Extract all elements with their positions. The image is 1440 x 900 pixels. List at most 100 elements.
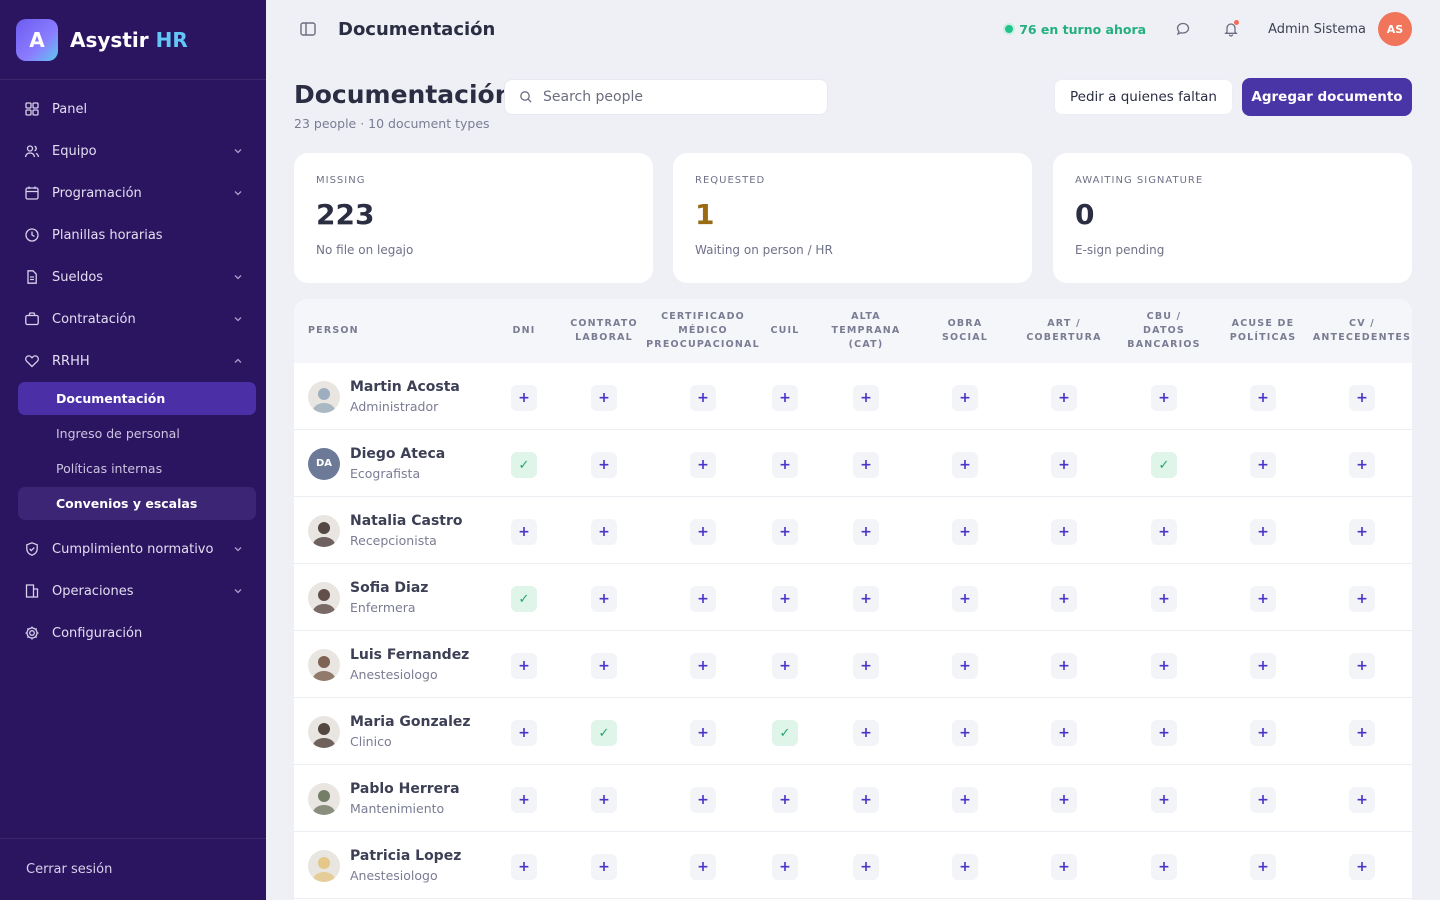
add-document-cell[interactable]: +: [952, 385, 978, 411]
add-document-cell[interactable]: +: [1250, 452, 1276, 478]
person-cell[interactable]: Patricia Lopez Anestesiologo: [308, 832, 461, 899]
table-row[interactable]: Maria Gonzalez Clinico + ✓ + ✓ + + + + + +: [294, 698, 1412, 765]
add-document-cell[interactable]: +: [853, 385, 879, 411]
add-document-cell[interactable]: +: [511, 519, 537, 545]
stat-card-awaiting-signature[interactable]: AWAITING SIGNATURE 0 E-sign pending: [1053, 153, 1412, 283]
add-document-cell[interactable]: +: [772, 452, 798, 478]
add-document-cell[interactable]: +: [853, 653, 879, 679]
add-document-cell[interactable]: +: [853, 720, 879, 746]
person-cell[interactable]: DA Diego Ateca Ecografista: [308, 430, 445, 497]
add-document-cell[interactable]: +: [772, 653, 798, 679]
person-cell[interactable]: Maria Gonzalez Clinico: [308, 698, 471, 765]
add-document-cell[interactable]: +: [853, 787, 879, 813]
sidebar-toggle-icon[interactable]: [298, 19, 318, 39]
search-box[interactable]: [504, 79, 828, 115]
add-document-cell[interactable]: +: [772, 385, 798, 411]
add-document-cell[interactable]: +: [1151, 519, 1177, 545]
add-document-cell[interactable]: +: [690, 854, 716, 880]
add-document-button[interactable]: Agregar documento: [1242, 78, 1412, 116]
person-name[interactable]: Natalia Castro: [350, 513, 463, 529]
add-document-cell[interactable]: +: [853, 854, 879, 880]
person-name[interactable]: Diego Ateca: [350, 446, 445, 462]
add-document-cell[interactable]: +: [952, 720, 978, 746]
add-document-cell[interactable]: +: [952, 586, 978, 612]
add-document-cell[interactable]: +: [1151, 385, 1177, 411]
add-document-cell[interactable]: +: [511, 653, 537, 679]
add-document-cell[interactable]: +: [772, 586, 798, 612]
on-shift-indicator[interactable]: 76 en turno ahora: [1005, 22, 1146, 37]
add-document-cell[interactable]: +: [511, 787, 537, 813]
add-document-cell[interactable]: +: [1250, 854, 1276, 880]
table-row[interactable]: Pablo Herrera Mantenimiento + + + + + + + + + +: [294, 765, 1412, 832]
add-document-cell[interactable]: +: [1250, 385, 1276, 411]
person-cell[interactable]: Sofia Diaz Enfermera: [308, 564, 428, 631]
add-document-cell[interactable]: +: [952, 854, 978, 880]
document-present-check[interactable]: ✓: [591, 720, 617, 746]
add-document-cell[interactable]: +: [511, 720, 537, 746]
add-document-cell[interactable]: +: [1051, 519, 1077, 545]
add-document-cell[interactable]: +: [1051, 586, 1077, 612]
user-name[interactable]: Admin Sistema: [1268, 22, 1366, 37]
add-document-cell[interactable]: +: [1250, 653, 1276, 679]
person-name[interactable]: Patricia Lopez: [350, 848, 461, 864]
add-document-cell[interactable]: +: [1349, 586, 1375, 612]
add-document-cell[interactable]: +: [772, 854, 798, 880]
add-document-cell[interactable]: +: [772, 519, 798, 545]
add-document-cell[interactable]: +: [1250, 586, 1276, 612]
add-document-cell[interactable]: +: [591, 385, 617, 411]
stat-card-requested[interactable]: REQUESTED 1 Waiting on person / HR: [673, 153, 1032, 283]
logout-button[interactable]: Cerrar sesión: [0, 838, 266, 900]
document-present-check[interactable]: ✓: [511, 452, 537, 478]
document-present-check[interactable]: ✓: [1151, 452, 1177, 478]
person-cell[interactable]: Natalia Castro Recepcionista: [308, 497, 463, 564]
sidebar-item-sueldos[interactable]: Sueldos: [0, 256, 266, 298]
bell-icon[interactable]: [1220, 18, 1242, 40]
add-document-cell[interactable]: +: [1349, 452, 1375, 478]
add-document-cell[interactable]: +: [1250, 519, 1276, 545]
add-document-cell[interactable]: +: [591, 653, 617, 679]
sidebar-item-planillas-horarias[interactable]: Planillas horarias: [0, 214, 266, 256]
sidebar-item-cumplimiento-normativo[interactable]: Cumplimiento normativo: [0, 528, 266, 570]
add-document-cell[interactable]: +: [1051, 720, 1077, 746]
brand[interactable]: A Asystir HR: [0, 0, 266, 80]
add-document-cell[interactable]: +: [1349, 653, 1375, 679]
sidebar-subitem-politicas-internas[interactable]: Políticas internas: [18, 452, 256, 485]
add-document-cell[interactable]: +: [1349, 519, 1375, 545]
add-document-cell[interactable]: +: [1250, 720, 1276, 746]
request-missing-button[interactable]: Pedir a quienes faltan: [1054, 79, 1233, 115]
table-row[interactable]: Sofia Diaz Enfermera ✓ + + + + + + + + +: [294, 564, 1412, 631]
add-document-cell[interactable]: +: [1250, 787, 1276, 813]
table-row[interactable]: DA Diego Ateca Ecografista ✓ + + + + + + ✓ + +: [294, 430, 1412, 497]
add-document-cell[interactable]: +: [591, 452, 617, 478]
add-document-cell[interactable]: +: [772, 787, 798, 813]
person-name[interactable]: Sofia Diaz: [350, 580, 428, 596]
table-row[interactable]: Luis Fernandez Anestesiologo + + + + + + + + + +: [294, 631, 1412, 698]
person-cell[interactable]: Luis Fernandez Anestesiologo: [308, 631, 469, 698]
add-document-cell[interactable]: +: [853, 452, 879, 478]
sidebar-item-configuracion[interactable]: Configuración: [0, 612, 266, 654]
person-name[interactable]: Martin Acosta: [350, 379, 460, 395]
sidebar-item-rrhh[interactable]: RRHH: [0, 340, 266, 382]
add-document-cell[interactable]: +: [952, 787, 978, 813]
add-document-cell[interactable]: +: [1349, 854, 1375, 880]
add-document-cell[interactable]: +: [690, 787, 716, 813]
add-document-cell[interactable]: +: [1051, 787, 1077, 813]
add-document-cell[interactable]: +: [1051, 385, 1077, 411]
document-present-check[interactable]: ✓: [511, 586, 537, 612]
user-avatar[interactable]: AS: [1378, 12, 1412, 46]
sidebar-subitem-ingreso-de-personal[interactable]: Ingreso de personal: [18, 417, 256, 450]
add-document-cell[interactable]: +: [1151, 653, 1177, 679]
add-document-cell[interactable]: +: [1051, 653, 1077, 679]
add-document-cell[interactable]: +: [690, 452, 716, 478]
add-document-cell[interactable]: +: [690, 519, 716, 545]
stat-card-missing[interactable]: MISSING 223 No file on legajo: [294, 153, 653, 283]
add-document-cell[interactable]: +: [952, 653, 978, 679]
search-input[interactable]: [543, 89, 803, 105]
add-document-cell[interactable]: +: [1151, 720, 1177, 746]
sidebar-subitem-documentacion[interactable]: Documentación: [18, 382, 256, 415]
table-row[interactable]: Martin Acosta Administrador + + + + + + + + + +: [294, 363, 1412, 430]
sidebar-subitem-convenios-y-escalas[interactable]: Convenios y escalas: [18, 487, 256, 520]
add-document-cell[interactable]: +: [1051, 452, 1077, 478]
person-name[interactable]: Maria Gonzalez: [350, 714, 471, 730]
add-document-cell[interactable]: +: [690, 586, 716, 612]
